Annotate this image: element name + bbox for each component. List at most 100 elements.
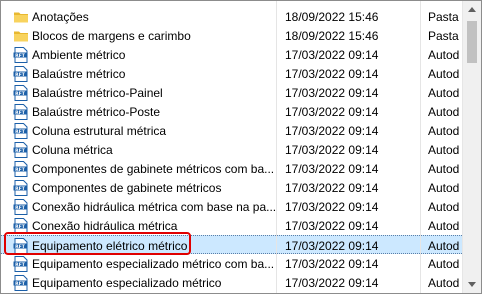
rft-file-icon: RFT [13,275,29,291]
svg-text:RFT: RFT [15,244,26,250]
rft-file-icon: RFT [13,142,29,158]
file-row[interactable]: RFT Equipamento especializado métrico 17/… [1,273,462,292]
file-name: Conexão hidráulica métrica [32,219,178,233]
file-name: Balaústre métrico-Painel [32,86,163,100]
file-type: Autod [428,162,460,176]
file-type: Autod [428,200,460,214]
file-name-cell[interactable]: RFT Conexão hidráulica métrica [11,216,275,235]
scroll-down-arrow-icon[interactable] [468,282,476,287]
file-date-modified: 17/03/2022 09:14 [285,200,379,214]
file-date-modified: 17/03/2022 09:14 [285,105,379,119]
file-date-modified: 18/09/2022 15:46 [285,29,379,43]
file-name-cell[interactable]: RFT Coluna métrica [11,140,275,159]
file-name: Blocos de margens e carimbo [32,29,191,43]
file-date-modified: 17/03/2022 09:14 [285,276,379,290]
svg-text:RFT: RFT [15,110,26,116]
file-date-modified: 17/03/2022 09:14 [285,143,379,157]
file-type: Autod [428,86,460,100]
file-name-cell[interactable]: RFT Componentes de gabinete métricos [11,178,275,197]
file-row[interactable]: RFT Balaústre métrico 17/03/2022 09:14 Aut… [1,64,462,83]
file-name-cell[interactable]: RFT Conexão hidráulica métrica com base … [11,197,275,216]
svg-text:RFT: RFT [15,53,26,59]
file-type: Pasta d [428,10,462,24]
file-name: Coluna estrutural métrica [32,124,167,138]
file-type: Pasta d [428,29,462,43]
file-date-modified: 17/03/2022 09:14 [285,67,379,81]
folder-icon [13,28,29,44]
svg-text:RFT: RFT [15,224,26,230]
rft-file-icon: RFT [13,85,29,101]
file-name: Equipamento elétrico métrico [32,239,188,253]
file-row[interactable]: RFT Coluna estrutural métrica 17/03/2022 … [1,121,462,140]
file-name-cell[interactable]: Blocos de margens e carimbo [11,26,275,45]
file-type: Autod [428,276,460,290]
file-row[interactable]: RFT Conexão hidráulica métrica 17/03/2022… [1,216,462,235]
file-name-cell[interactable]: Anotações [11,7,275,26]
file-type: Autod [428,239,460,253]
file-name-cell[interactable]: RFT Equipamento especializado métrico [11,273,275,292]
column-separator-date[interactable] [420,1,421,293]
file-name: Equipamento especializado métrico com ba… [32,257,275,271]
file-name: Coluna métrica [32,143,113,157]
file-row[interactable]: RFT Balaústre métrico-Poste 17/03/2022 09… [1,102,462,121]
file-list-pane: Anotações 18/09/2022 15:46 Pasta d Blocos … [0,0,482,294]
file-name-cell[interactable]: RFT Ambiente métrico [11,45,275,64]
file-date-modified: 17/03/2022 09:14 [285,86,379,100]
file-row[interactable]: RFT Conexão hidráulica métrica com base … [1,197,462,216]
file-row[interactable]: RFT Ambiente métrico 17/03/2022 09:14 Auto… [1,45,462,64]
svg-text:RFT: RFT [15,167,26,173]
file-name-cell[interactable]: RFT Equipamento especializado métrico co… [11,254,275,273]
file-type: Autod [428,181,460,195]
rft-file-icon: RFT [13,180,29,196]
file-row[interactable]: Blocos de margens e carimbo 18/09/2022 15… [1,26,462,45]
file-type: Autod [428,219,460,233]
file-name: Componentes de gabinete métricos com ba.… [32,162,275,176]
file-date-modified: 17/03/2022 09:14 [285,219,379,233]
file-type: Autod [428,257,460,271]
file-name: Equipamento especializado métrico [32,276,222,290]
file-date-modified: 17/03/2022 09:14 [285,181,379,195]
file-date-modified: 18/09/2022 15:46 [285,10,379,24]
file-row[interactable]: RFT Coluna métrica 17/03/2022 09:14 Autod [1,140,462,159]
file-row[interactable]: RFT Equipamento elétrico métrico 17/03/20… [1,235,462,254]
folder-icon [13,9,29,25]
rft-file-icon: RFT [13,218,29,234]
svg-text:RFT: RFT [15,281,26,287]
file-name: Componentes de gabinete métricos [32,181,222,195]
file-row[interactable]: Anotações 18/09/2022 15:46 Pasta d [1,7,462,26]
file-name-cell[interactable]: RFT Balaústre métrico [11,64,275,83]
column-separator-name[interactable] [276,1,277,293]
rft-file-icon: RFT [13,199,29,215]
file-name-cell[interactable]: RFT Coluna estrutural métrica [11,121,275,140]
file-list: Anotações 18/09/2022 15:46 Pasta d Blocos … [1,1,462,293]
file-row[interactable]: RFT Balaústre métrico-Painel 17/03/2022 0… [1,83,462,102]
file-type: Autod [428,143,460,157]
file-row[interactable]: RFT Equipamento especializado métrico co… [1,254,462,273]
svg-text:RFT: RFT [15,129,26,135]
file-row[interactable]: RFT Componentes de gabinete métricos 17/0… [1,178,462,197]
file-date-modified: 17/03/2022 09:14 [285,162,379,176]
file-date-modified: 17/03/2022 09:14 [285,124,379,138]
file-date-modified: 17/03/2022 09:14 [285,257,379,271]
svg-text:RFT: RFT [15,205,26,211]
file-name-cell[interactable]: RFT Balaústre métrico-Painel [11,83,275,102]
file-name-cell[interactable]: RFT Balaústre métrico-Poste [11,102,275,121]
file-name-cell[interactable]: RFT Componentes de gabinete métricos com… [11,159,275,178]
rft-file-icon: RFT [13,123,29,139]
file-type: Autod [428,67,460,81]
file-row[interactable]: RFT Componentes de gabinete métricos com… [1,159,462,178]
vertical-scrollbar[interactable] [462,1,481,293]
file-name-cell[interactable]: RFT Equipamento elétrico métrico [11,236,275,255]
rft-file-icon: RFT [13,104,29,120]
svg-text:RFT: RFT [15,148,26,154]
svg-text:RFT: RFT [15,186,26,192]
svg-text:RFT: RFT [15,91,26,97]
file-name: Balaústre métrico [32,67,126,81]
rft-file-icon: RFT [13,256,29,272]
file-type: Autod [428,48,460,62]
scroll-thumb[interactable] [467,21,477,63]
scroll-up-arrow-icon[interactable] [468,7,476,12]
rft-file-icon: RFT [13,66,29,82]
file-type: Autod [428,105,460,119]
svg-text:RFT: RFT [15,72,26,78]
